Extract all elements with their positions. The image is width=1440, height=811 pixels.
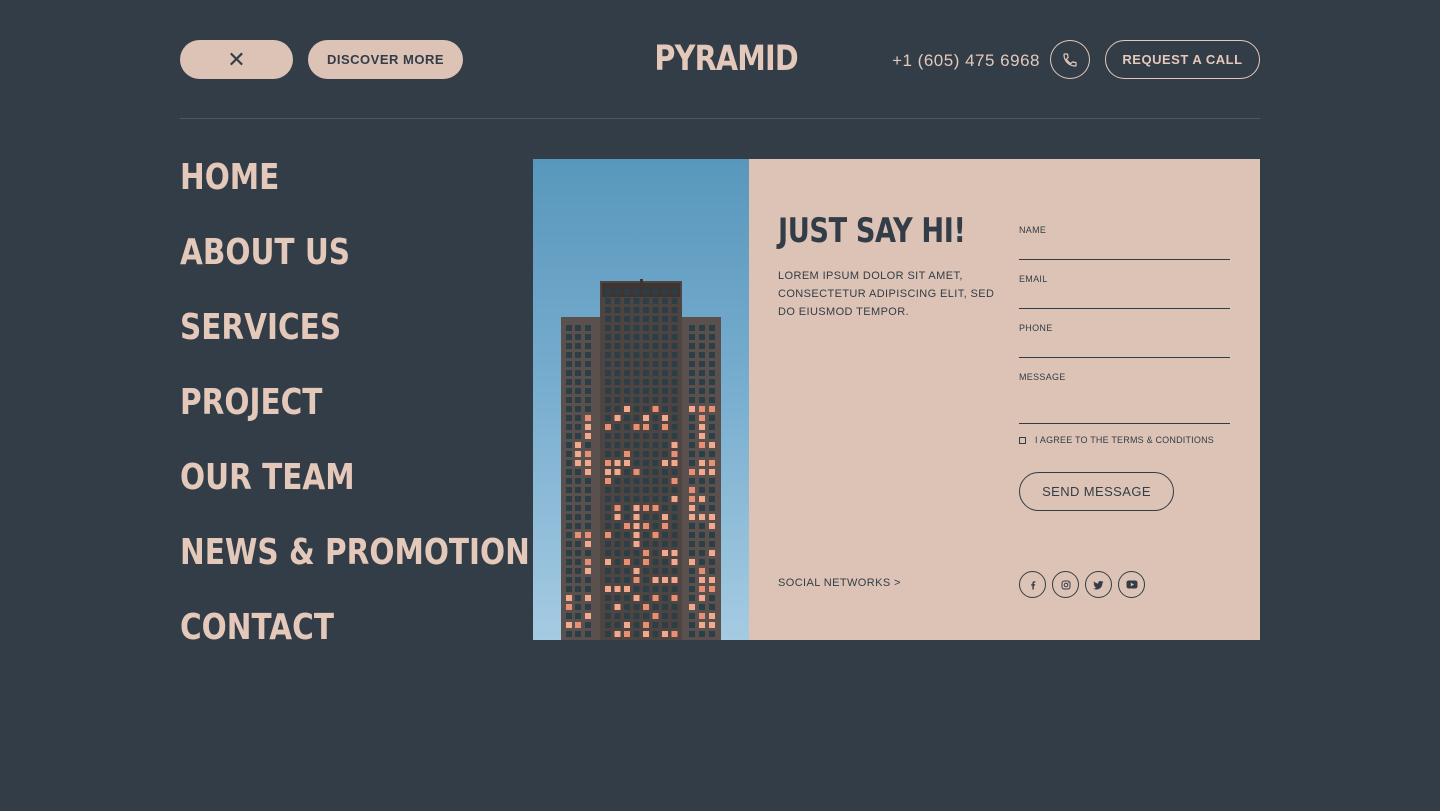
facebook-icon <box>1030 580 1035 589</box>
header-divider <box>180 118 1260 119</box>
menu-item-contact[interactable]: CONTACT <box>180 608 451 683</box>
name-input[interactable] <box>1019 248 1230 254</box>
twitter-button[interactable] <box>1085 571 1112 598</box>
email-input[interactable] <box>1019 297 1230 303</box>
phone-input[interactable] <box>1019 346 1230 352</box>
message-input[interactable] <box>1019 388 1230 418</box>
logo[interactable]: PYRAMID <box>654 40 798 79</box>
menu-item-about-us[interactable]: ABOUT US <box>180 233 451 308</box>
terms-label: I AGREE TO THE TERMS & CONDITIONS <box>1035 435 1214 445</box>
terms-checkbox[interactable] <box>1019 436 1026 444</box>
request-call-button[interactable]: REQUEST A CALL <box>1105 40 1260 79</box>
youtube-icon <box>1126 580 1137 589</box>
menu-item-services[interactable]: SERVICES <box>180 308 451 383</box>
site-header: ✕ DISCOVER MORE PYRAMID +1 (605) 475 696… <box>180 40 1260 79</box>
contact-card: JUST SAY HI! LOREM IPSUM DOLOR SIT AMET,… <box>749 159 1260 640</box>
call-button[interactable] <box>1050 40 1090 79</box>
facebook-button[interactable] <box>1019 571 1046 598</box>
message-field[interactable]: MESSAGE <box>1019 372 1230 424</box>
building-photo <box>533 159 749 640</box>
social-networks-link[interactable]: SOCIAL NETWORKS > <box>778 577 901 589</box>
phone-icon <box>1063 52 1077 67</box>
phone-label: PHONE <box>1019 323 1053 333</box>
social-icons <box>1019 571 1145 598</box>
phone-field[interactable]: PHONE <box>1019 323 1230 358</box>
phone-number[interactable]: +1 (605) 475 6968 <box>880 40 1040 79</box>
instagram-button[interactable] <box>1052 571 1079 598</box>
discover-more-button[interactable]: DISCOVER MORE <box>308 40 463 79</box>
close-menu-button[interactable]: ✕ <box>180 40 293 79</box>
name-field[interactable]: NAME <box>1019 225 1230 260</box>
email-label: EMAIL <box>1019 274 1048 284</box>
close-icon: ✕ <box>227 47 246 72</box>
menu-item-our-team[interactable]: OUR TEAM <box>180 458 451 533</box>
contact-title: JUST SAY HI! <box>778 211 966 251</box>
instagram-icon <box>1061 580 1070 589</box>
send-message-button[interactable]: SEND MESSAGE <box>1019 472 1174 511</box>
name-label: NAME <box>1019 225 1047 235</box>
youtube-button[interactable] <box>1118 571 1145 598</box>
contact-description: LOREM IPSUM DOLOR SIT AMET, CONSECTETUR … <box>778 270 995 318</box>
building-illustration <box>561 279 721 640</box>
email-field[interactable]: EMAIL <box>1019 274 1230 309</box>
terms-row: I AGREE TO THE TERMS & CONDITIONS <box>1019 435 1214 445</box>
main-menu: HOME ABOUT US SERVICES PROJECT OUR TEAM … <box>180 158 530 683</box>
menu-item-news-promotion[interactable]: NEWS & PROMOTION <box>180 533 530 608</box>
twitter-icon <box>1093 580 1104 589</box>
menu-item-project[interactable]: PROJECT <box>180 383 451 458</box>
menu-item-home[interactable]: HOME <box>180 158 451 233</box>
message-label: MESSAGE <box>1019 372 1066 382</box>
